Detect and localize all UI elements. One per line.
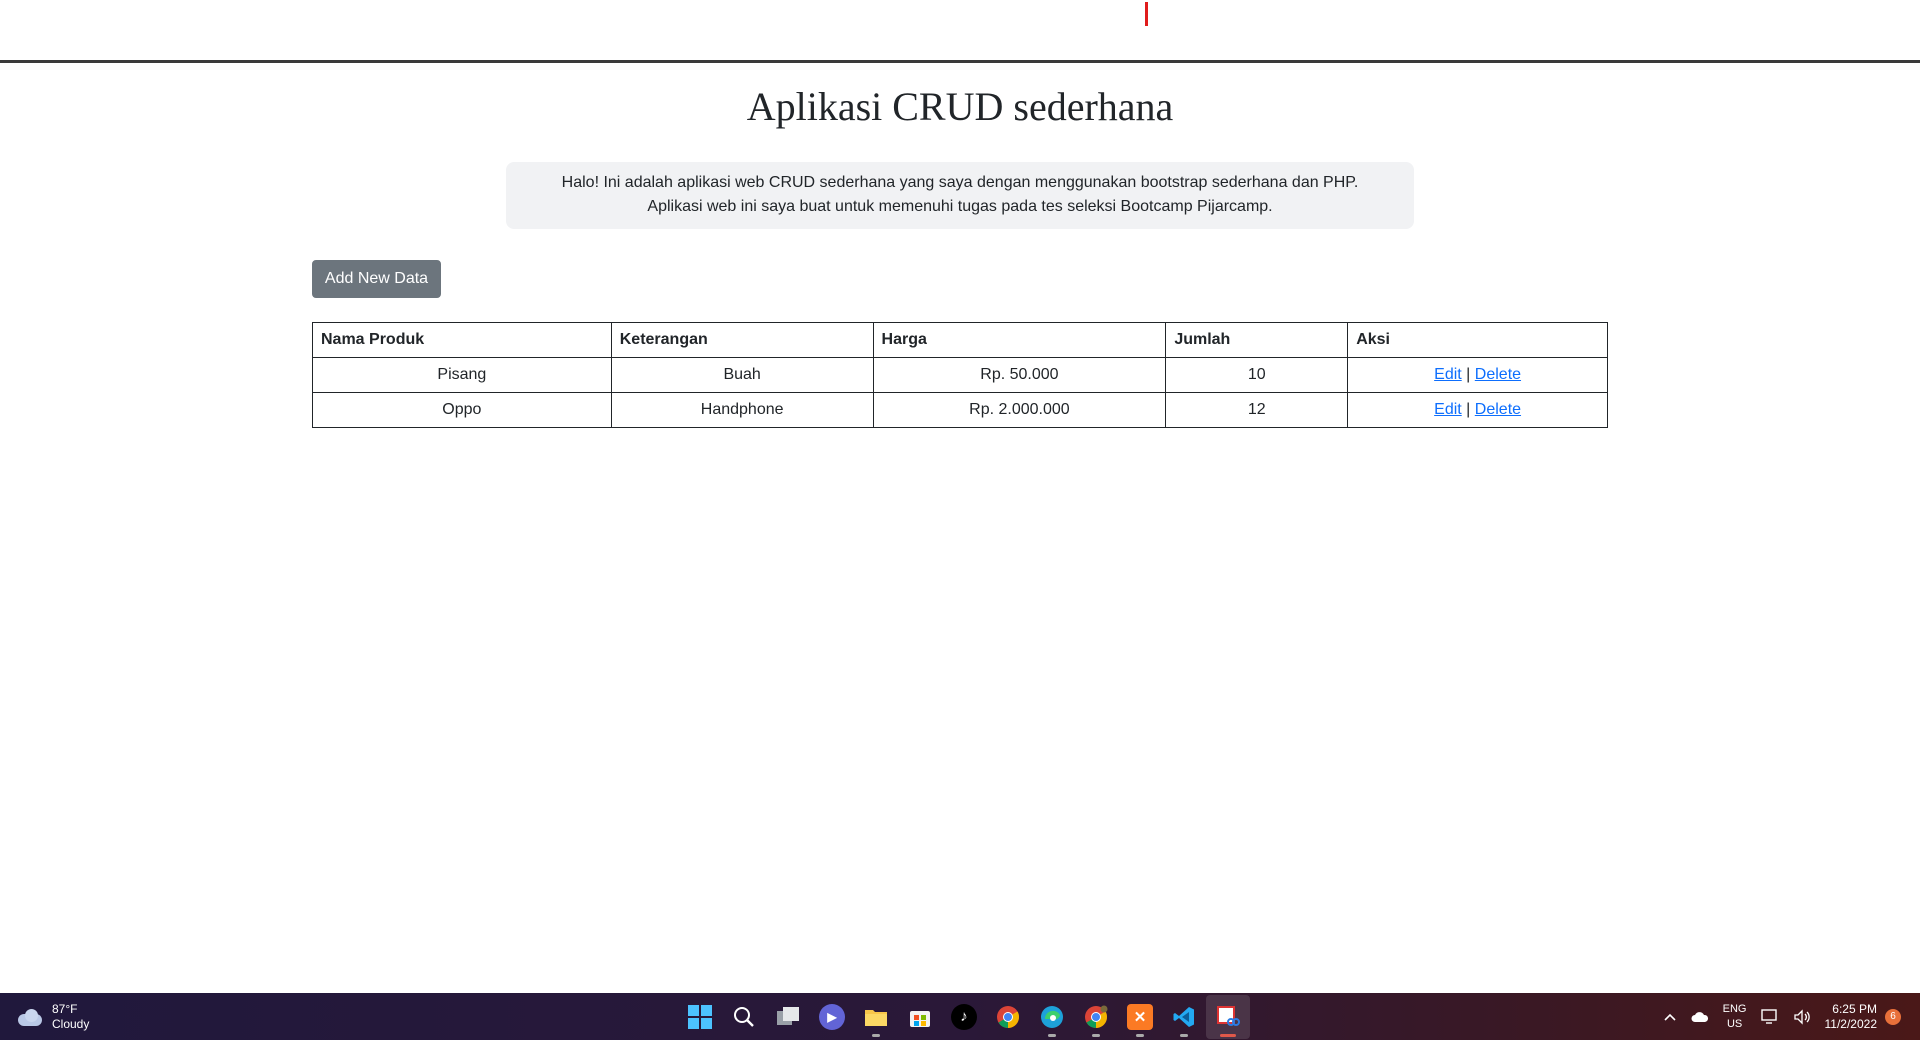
product-table: Nama Produk Keterangan Harga Jumlah Aksi… xyxy=(312,322,1608,428)
cell-keterangan: Buah xyxy=(610,357,874,393)
taskbar: 87°F Cloudy ▶ ♪ ✕ ENG US 6:25 PM 11/2/20… xyxy=(0,993,1920,1040)
edit-link[interactable]: Edit xyxy=(1434,401,1462,418)
onedrive-icon[interactable] xyxy=(1691,1011,1709,1023)
start-icon[interactable] xyxy=(678,995,722,1039)
cloud-icon xyxy=(16,1008,44,1026)
page-content: Aplikasi CRUD sederhana Halo! Ini adalah… xyxy=(0,63,1920,993)
snipping-tool-icon[interactable] xyxy=(1206,994,1250,1039)
notification-badge[interactable]: 6 xyxy=(1885,1008,1901,1025)
clock[interactable]: 6:25 PM 11/2/2022 6 xyxy=(1824,1001,1901,1032)
weather-widget[interactable]: 87°F Cloudy xyxy=(16,1000,89,1034)
action-separator: | xyxy=(1466,366,1471,383)
clock-date: 11/2/2022 xyxy=(1824,1016,1878,1031)
add-new-data-button[interactable]: Add New Data xyxy=(312,260,441,298)
header-aksi: Aksi xyxy=(1347,322,1608,358)
network-icon[interactable] xyxy=(1760,1008,1779,1025)
chrome-icon[interactable] xyxy=(986,995,1030,1039)
lang-line-2: US xyxy=(1726,1017,1743,1030)
cell-nama: Oppo xyxy=(312,392,612,428)
header-jumlah: Jumlah xyxy=(1165,322,1349,358)
store-icon[interactable] xyxy=(898,995,942,1039)
tiktok-icon[interactable]: ♪ xyxy=(942,995,986,1039)
action-separator: | xyxy=(1466,401,1471,418)
task-view-icon[interactable] xyxy=(766,995,810,1039)
edit-link[interactable]: Edit xyxy=(1434,366,1462,383)
cell-harga: Rp. 50.000 xyxy=(872,357,1167,393)
edge-icon[interactable] xyxy=(1030,995,1074,1039)
intro-alert: Halo! Ini adalah aplikasi web CRUD seder… xyxy=(506,162,1414,229)
cell-aksi: Edit | Delete xyxy=(1347,357,1608,393)
header-keterangan: Keterangan xyxy=(610,322,874,358)
cell-keterangan: Handphone xyxy=(610,392,874,428)
taskbar-apps: ▶ ♪ ✕ xyxy=(678,993,1250,1040)
page-title: Aplikasi CRUD sederhana xyxy=(746,84,1174,129)
clock-time: 6:25 PM xyxy=(1832,1001,1877,1016)
table-row: Pisang Buah Rp. 50.000 10 Edit | Delete xyxy=(312,357,1608,393)
xampp-icon[interactable]: ✕ xyxy=(1118,995,1162,1039)
system-tray: ENG US 6:25 PM 11/2/2022 6 xyxy=(1656,993,1908,1040)
text-cursor-mark xyxy=(1145,2,1148,26)
volume-icon[interactable] xyxy=(1793,1008,1811,1025)
intro-line-1: Halo! Ini adalah aplikasi web CRUD seder… xyxy=(561,174,1359,191)
cell-jumlah: 10 xyxy=(1165,357,1349,393)
intro-line-2: Aplikasi web ini saya buat untuk memenuh… xyxy=(647,198,1273,215)
file-explorer-icon[interactable] xyxy=(854,995,898,1039)
language-indicator[interactable]: ENG US xyxy=(1723,1002,1747,1032)
cell-harga: Rp. 2.000.000 xyxy=(872,392,1167,428)
table-row: Oppo Handphone Rp. 2.000.000 12 Edit | D… xyxy=(312,392,1608,428)
delete-link[interactable]: Delete xyxy=(1475,366,1521,383)
search-icon[interactable] xyxy=(722,995,766,1039)
chrome-dev-icon[interactable] xyxy=(1074,995,1118,1039)
cell-jumlah: 12 xyxy=(1165,392,1349,428)
header-harga: Harga xyxy=(872,322,1167,358)
cell-aksi: Edit | Delete xyxy=(1347,392,1608,428)
table-header-row: Nama Produk Keterangan Harga Jumlah Aksi xyxy=(312,322,1608,358)
delete-link[interactable]: Delete xyxy=(1475,401,1521,418)
browser-top-area xyxy=(0,0,1920,63)
chat-icon[interactable]: ▶ xyxy=(810,995,854,1039)
vscode-icon[interactable] xyxy=(1162,995,1206,1039)
chevron-up-icon[interactable] xyxy=(1663,1012,1677,1022)
weather-temp: 87°F xyxy=(52,1002,78,1016)
cell-nama: Pisang xyxy=(312,357,612,393)
lang-line-1: ENG xyxy=(1722,1002,1747,1015)
weather-desc: Cloudy xyxy=(52,1017,90,1031)
header-nama-produk: Nama Produk xyxy=(312,322,612,358)
